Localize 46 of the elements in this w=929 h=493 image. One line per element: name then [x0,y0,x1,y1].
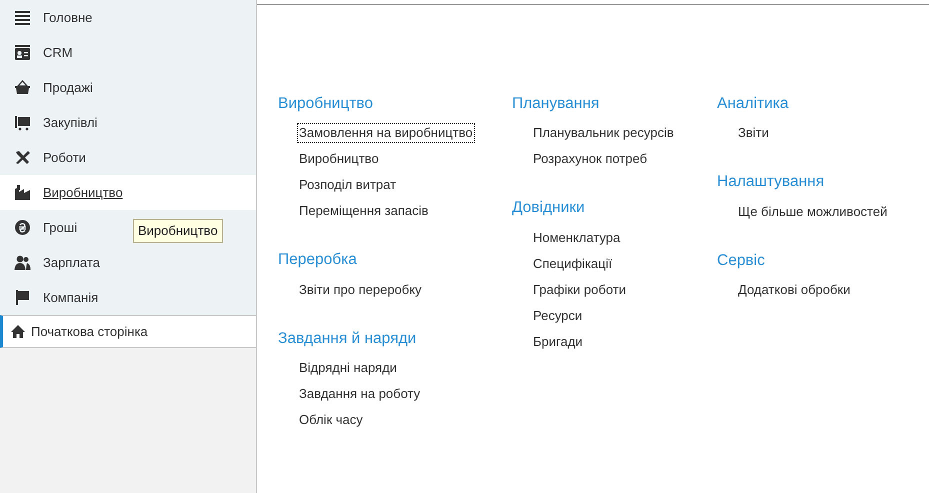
people-icon [14,254,31,271]
section-title[interactable]: Планування [512,92,717,116]
menu-link[interactable]: Ще більше можливостей [736,202,890,222]
menu-link[interactable]: Ресурси [531,306,584,326]
sidebar-item[interactable]: Виробництво [0,175,256,210]
menu-link[interactable]: Відрядні наряди [297,358,399,378]
menu-link[interactable]: Номенклатура [531,228,622,248]
home-icon [11,325,25,338]
menu-link[interactable]: Планувальник ресурсів [531,123,676,144]
menu-icon [14,9,31,26]
menu-link[interactable]: Графіки роботи [531,280,628,300]
flag-icon [14,289,31,306]
menu-link[interactable]: Замовлення на виробництво [297,123,475,144]
contact-card-icon [14,44,31,61]
section-title[interactable]: Налаштування [717,170,917,194]
sidebar-item[interactable]: Зарплата [0,245,106,280]
section-title[interactable]: Аналітика [717,92,917,116]
menu-link[interactable]: Переміщення запасів [297,201,430,222]
sidebar-item[interactable]: Гроші [0,210,84,245]
menu-link[interactable]: Бригади [531,332,585,352]
home-tab[interactable]: Початкова сторінка [0,315,256,348]
sidebar-item[interactable]: Компанія [0,280,104,315]
section-title[interactable]: Довідники [512,196,717,220]
tooltip: Виробництво [133,219,223,242]
sidebar-item[interactable]: Головне [0,0,98,35]
section-title[interactable]: Переробка [278,248,512,272]
basket-icon [14,79,31,96]
section-title[interactable]: Сервіс [717,248,917,272]
menu-link[interactable]: Розрахунок потреб [531,149,650,170]
sidebar-item[interactable]: CRM [0,35,79,70]
menu-link[interactable]: Завдання на роботу [297,384,422,404]
menu-link[interactable]: Звіти [736,123,771,144]
section-title[interactable]: Завдання й наряди [278,326,512,350]
menu-link[interactable]: Додаткові обробки [736,280,852,300]
menu-link[interactable]: Звіти про переробку [297,280,424,300]
sidebar-item[interactable]: Закупівлі [0,105,104,140]
menu-link[interactable]: Специфікації [531,254,614,274]
menu-link[interactable]: Облік часу [297,410,365,430]
factory-icon [14,184,31,201]
section-title[interactable]: Виробництво [278,92,512,116]
menu-link[interactable]: Виробництво [297,149,381,170]
hryvnia-coin-icon [14,219,31,236]
menu-link[interactable]: Розподіл витрат [297,175,398,196]
sidebar-item[interactable]: Продажі [0,70,99,105]
sidebar-item[interactable]: Роботи [0,140,92,175]
cart-icon [14,114,31,131]
